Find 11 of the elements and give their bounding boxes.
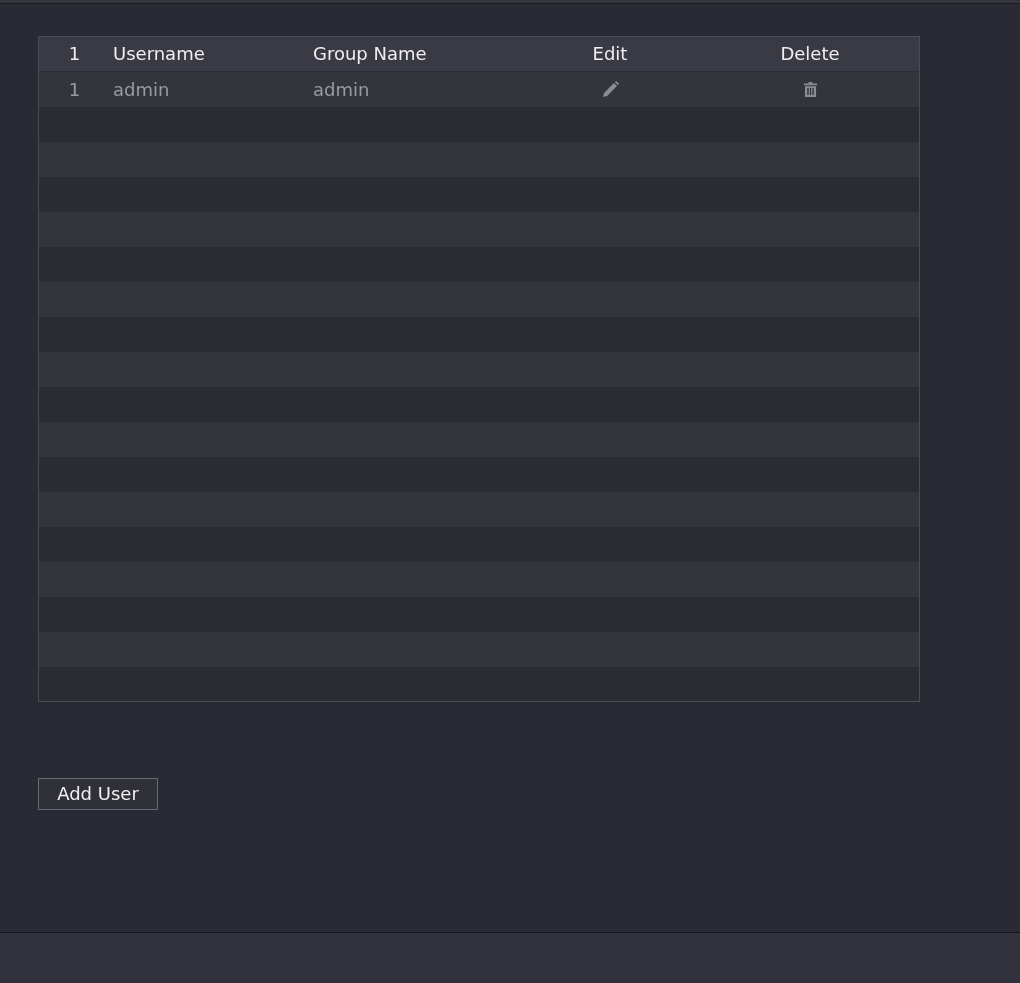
table-cell: admin: [113, 78, 170, 101]
column-header: 1: [68, 43, 81, 65]
edit-icon[interactable]: [601, 81, 619, 98]
column-header: Username: [113, 43, 205, 65]
delete-icon[interactable]: [803, 82, 817, 97]
table-cell: admin: [313, 78, 370, 101]
column-header: Edit: [592, 43, 628, 65]
add-user-button[interactable]: Add User: [38, 778, 158, 810]
column-header: Delete: [780, 43, 840, 65]
table-cell: 1: [68, 78, 81, 101]
column-header: Group Name: [313, 43, 427, 65]
